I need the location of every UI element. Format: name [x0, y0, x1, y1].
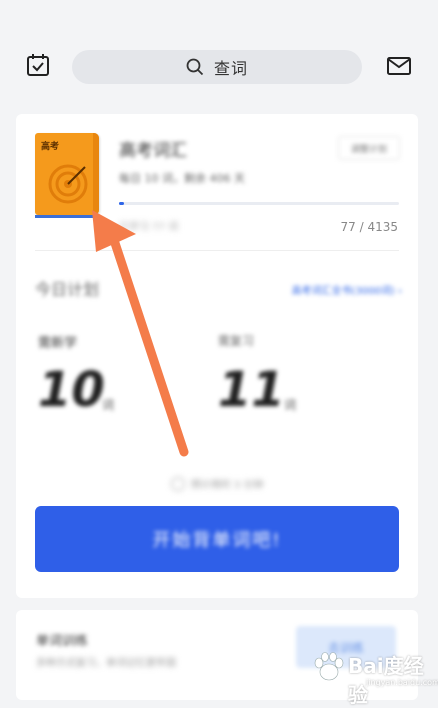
review-count: 11 — [218, 362, 285, 418]
training-title: 单词训练 — [36, 634, 89, 649]
progress-count: 77 / 4135 — [340, 220, 398, 234]
review-label: 需复习 — [218, 334, 255, 348]
time-estimate-text: 预计用时 3 分钟 — [190, 480, 264, 491]
change-plan-button[interactable]: 调整计划 — [338, 136, 400, 160]
word-book-link[interactable]: 高考词汇全书(3000词) › — [292, 282, 402, 297]
book-progress-line — [35, 215, 99, 218]
course-progress-fill — [119, 202, 124, 205]
search-bar[interactable]: 查词 — [72, 50, 362, 84]
review-unit: 词 — [284, 398, 297, 412]
study-card: 高考 高考词汇 每日 10 词，剩余 406 天 调整计划 已学习 77 词 7… — [16, 114, 418, 598]
training-subtitle: 多种方式复习，单词记忆更牢固 — [36, 658, 176, 669]
time-estimate: 预计用时 3 分钟 — [16, 476, 418, 491]
book-spine — [93, 133, 99, 215]
top-bar: 查词 — [0, 0, 438, 110]
course-progress-bar — [119, 202, 399, 205]
book-cover-title: 高考 — [41, 142, 60, 152]
today-plan-label: 今日计划 — [35, 280, 100, 299]
search-label: 查词 — [213, 59, 248, 78]
clock-icon — [170, 476, 185, 491]
mail-icon[interactable] — [386, 55, 412, 77]
start-button-label: 开始背单词吧! — [152, 530, 282, 551]
calendar-check-icon[interactable] — [25, 52, 51, 78]
start-learning-button[interactable]: 开始背单词吧! — [35, 506, 399, 572]
watermark-sub: jingyan.baidu.com — [366, 678, 438, 687]
paw-icon — [314, 652, 344, 681]
new-words-count: 10 — [38, 362, 105, 418]
course-meta: 每日 10 词，剩余 406 天 — [119, 172, 245, 185]
search-icon — [186, 58, 204, 76]
book-cover[interactable]: 高考 — [35, 133, 99, 218]
new-words-label: 需新学 — [38, 336, 78, 351]
new-words-unit: 词 — [102, 398, 115, 412]
watermark: Bai度经验 jingyan.baidu.com — [308, 648, 438, 707]
progress-caption: 已学习 77 词 — [119, 222, 179, 233]
target-icon — [48, 164, 88, 204]
course-title: 高考词汇 — [119, 141, 187, 161]
divider — [35, 250, 399, 251]
